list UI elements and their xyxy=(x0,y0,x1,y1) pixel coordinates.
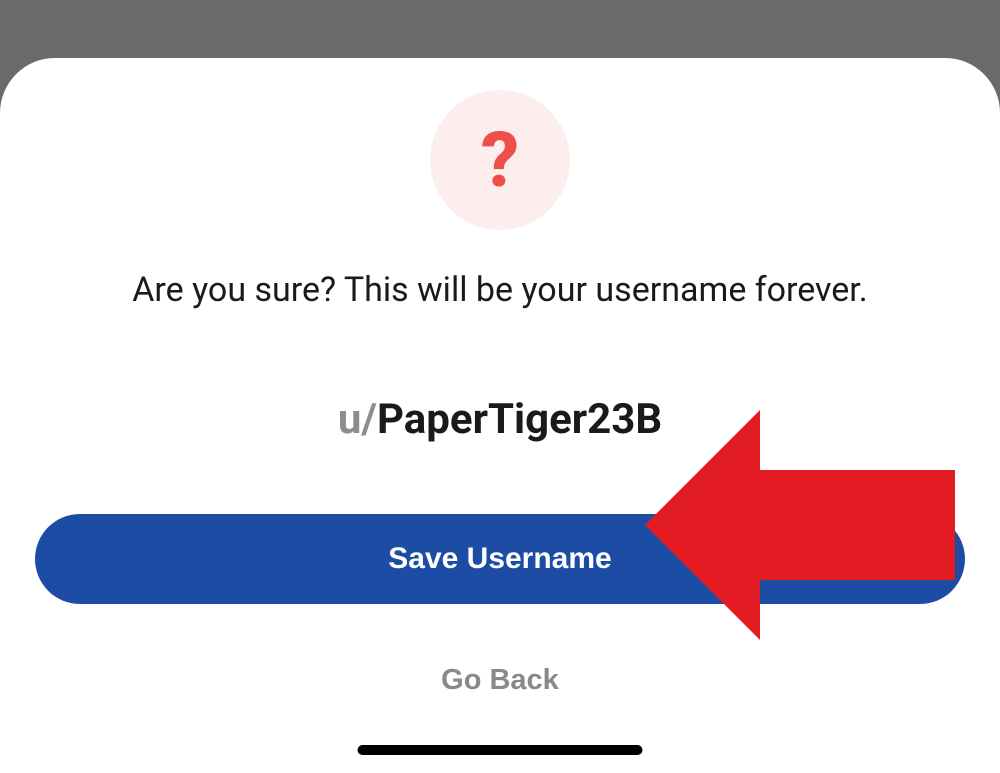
save-username-button[interactable]: Save Username xyxy=(35,514,965,604)
username-display: u/PaperTiger23B xyxy=(338,395,662,444)
username-value: PaperTiger23B xyxy=(377,395,662,444)
confirmation-modal: ? Are you sure? This will be your userna… xyxy=(0,58,1000,773)
home-indicator xyxy=(358,745,643,755)
username-prefix: u/ xyxy=(338,395,377,444)
confirmation-message: Are you sure? This will be your username… xyxy=(132,270,868,310)
icon-circle: ? xyxy=(430,90,570,230)
question-mark-icon: ? xyxy=(481,115,519,205)
go-back-button[interactable]: Go Back xyxy=(441,664,559,697)
